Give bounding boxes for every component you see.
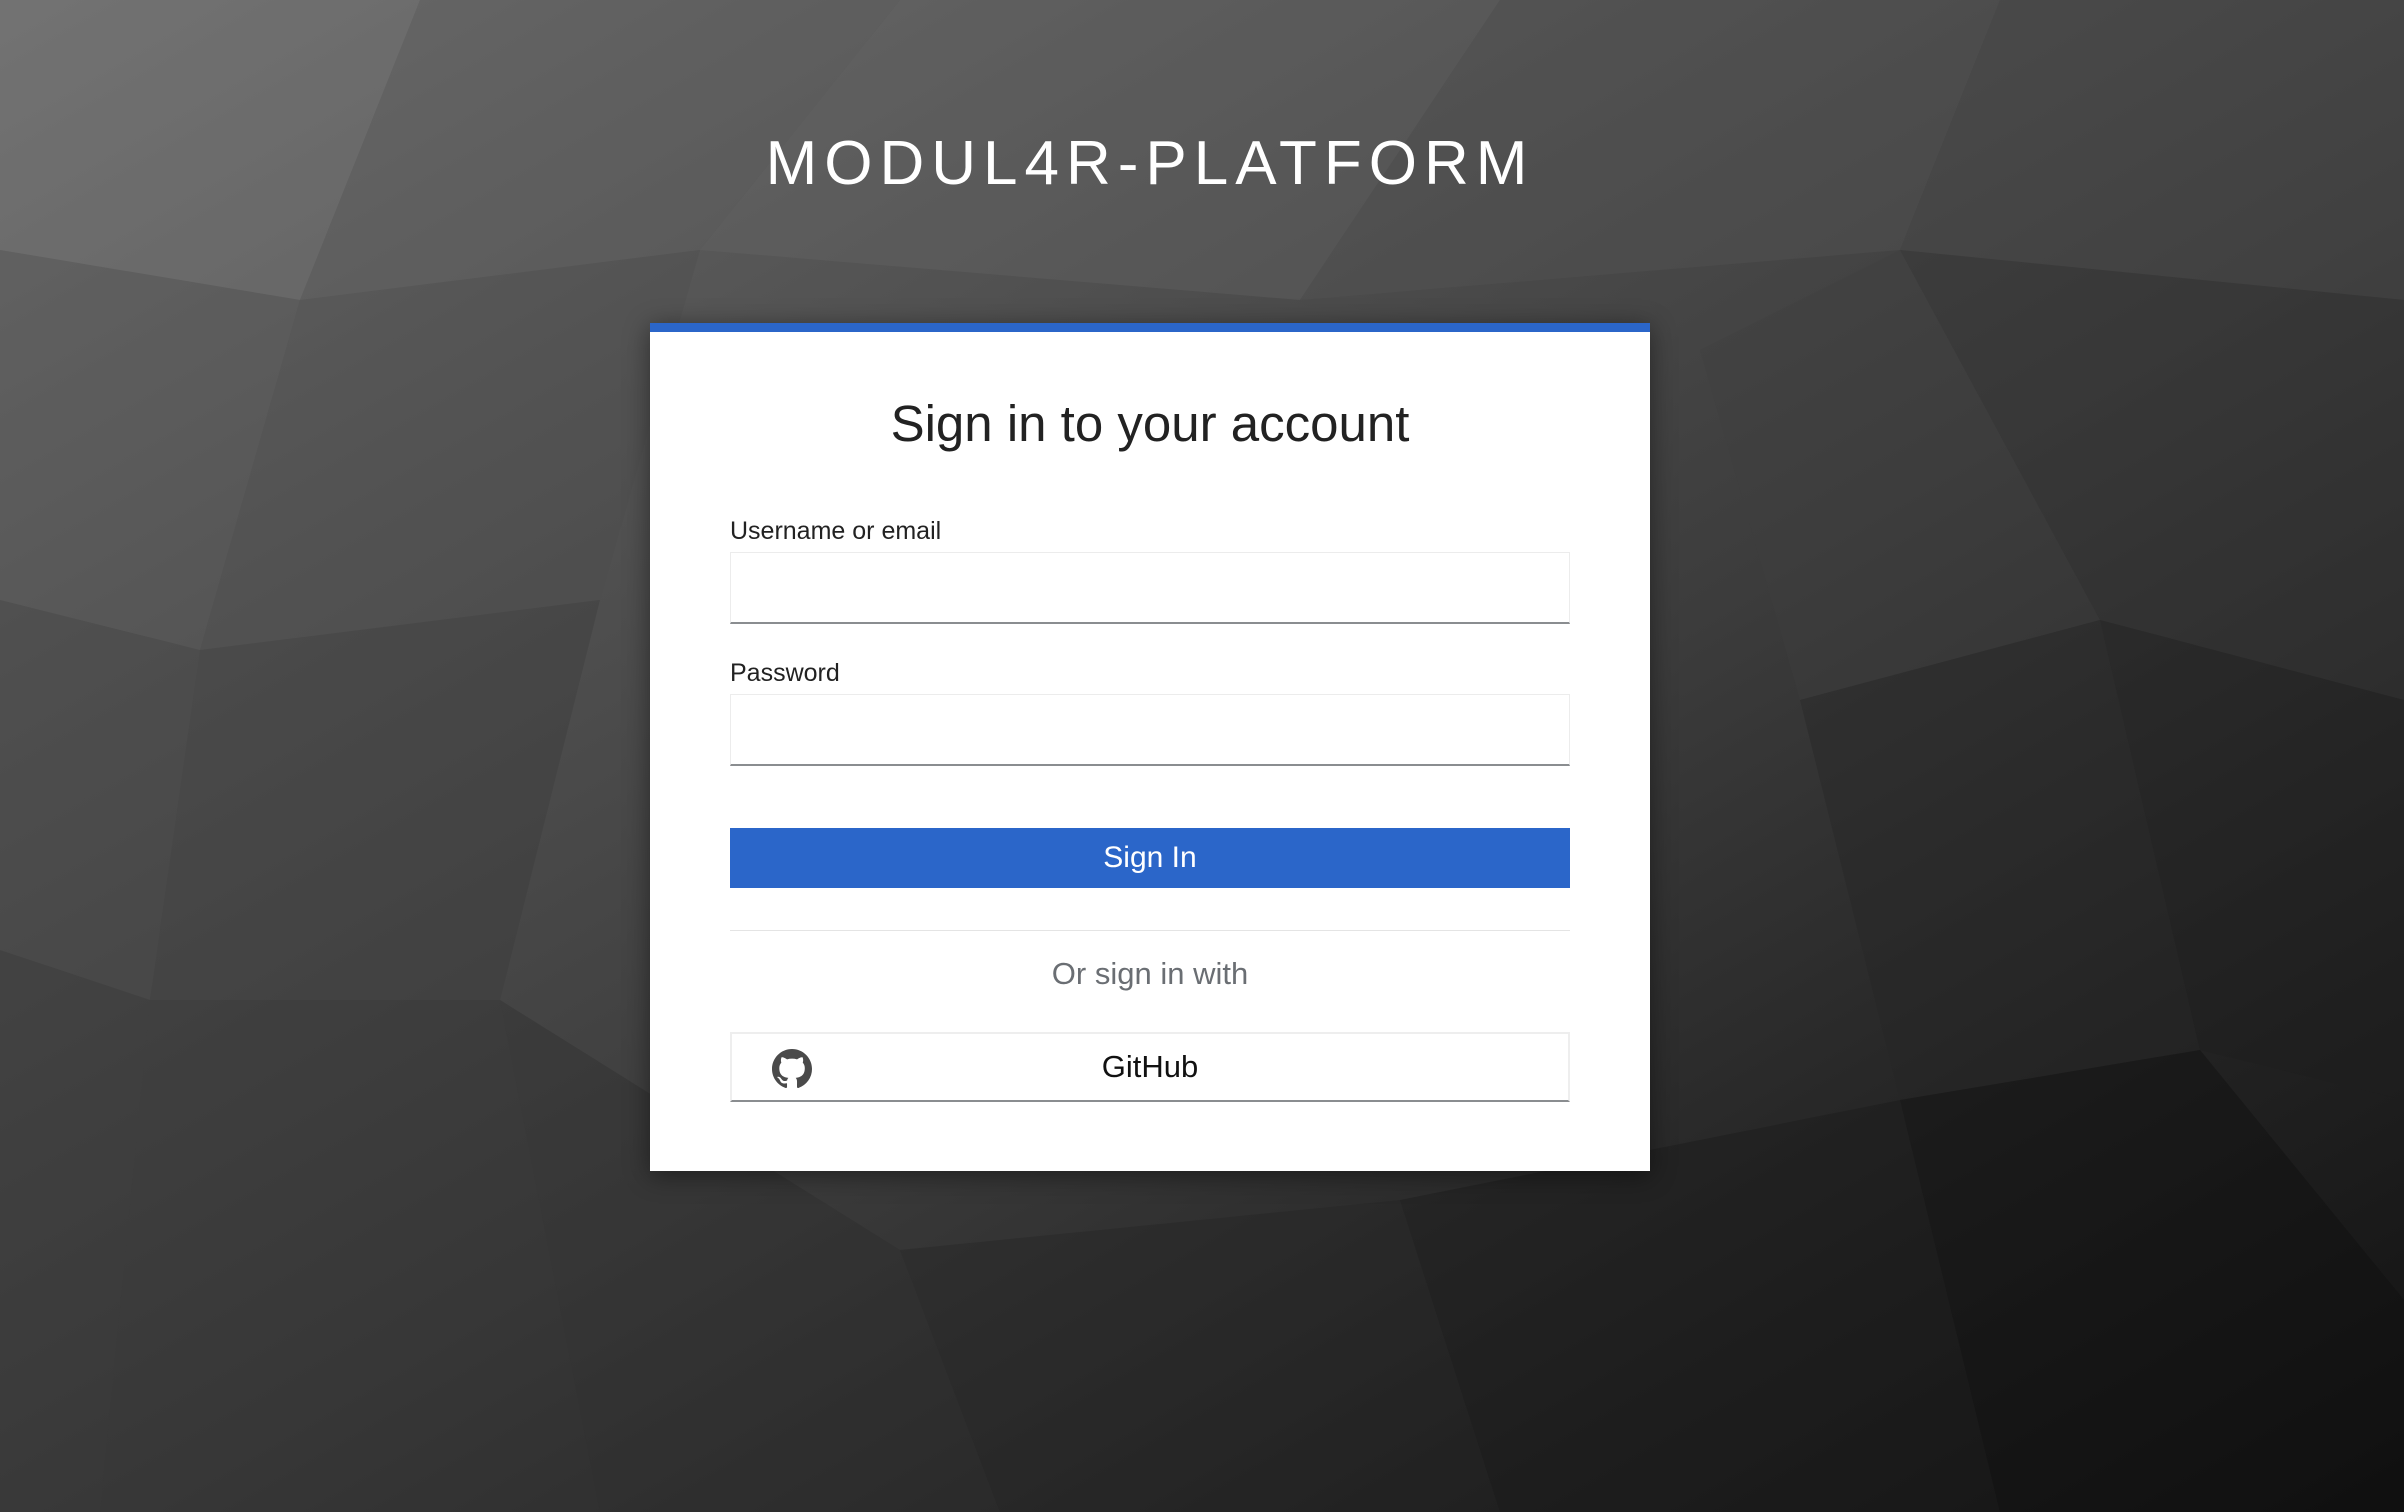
brand-title: MODUL4R-PLATFORM — [765, 129, 1535, 198]
password-label: Password — [730, 659, 840, 687]
username-label: Username or email — [730, 517, 942, 545]
login-heading: Sign in to your account — [890, 395, 1410, 452]
alt-signin-text: Or sign in with — [1051, 956, 1249, 991]
github-signin-button[interactable]: GitHub — [730, 1032, 1570, 1102]
divider — [730, 930, 1570, 931]
login-card: Sign in to your account Username or emai… — [650, 323, 1650, 1171]
github-label: GitHub — [1101, 1049, 1199, 1084]
sign-in-button[interactable]: Sign In — [730, 828, 1570, 888]
password-input[interactable] — [730, 694, 1570, 766]
username-input[interactable] — [730, 552, 1570, 624]
